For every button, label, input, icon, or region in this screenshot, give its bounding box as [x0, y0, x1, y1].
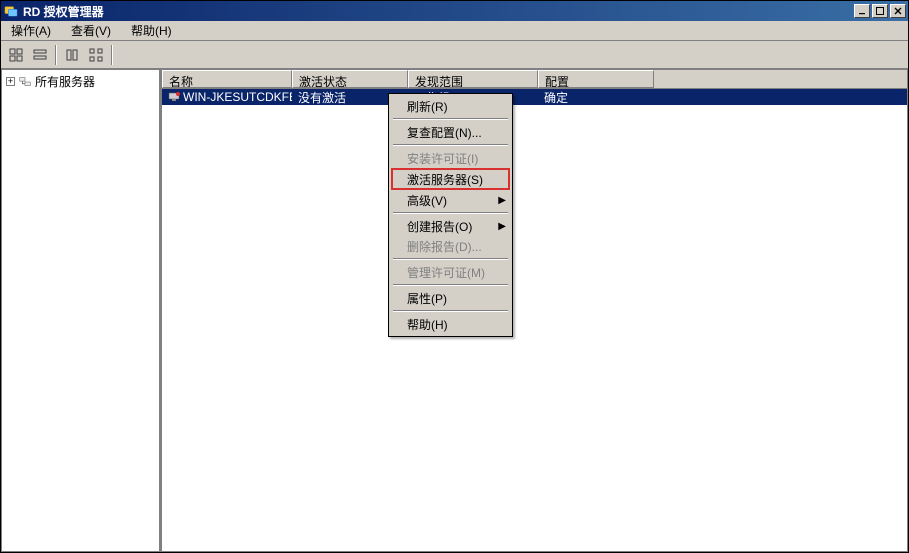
- col-header-config[interactable]: 配置: [538, 70, 654, 88]
- toolbar-separator-2: [111, 45, 113, 65]
- toolbar-btn-1[interactable]: [5, 44, 27, 66]
- toolbar-btn-4[interactable]: [85, 44, 107, 66]
- ctx-create-report-label: 创建报告(O): [407, 218, 472, 235]
- ctx-sep-3: [393, 212, 508, 214]
- list-cell-name: WIN-JKESUTCDKFE: [162, 90, 292, 104]
- ctx-sep-6: [393, 310, 508, 312]
- ctx-advanced-label: 高级(V): [407, 192, 447, 209]
- toolbar: [1, 41, 908, 69]
- tree-pane[interactable]: + 所有服务器: [1, 69, 161, 552]
- row-config-text: 确定: [544, 89, 568, 106]
- list-cell-config: 确定: [538, 89, 718, 106]
- menu-help[interactable]: 帮助(H): [125, 20, 178, 41]
- ctx-manage-license: 管理许可证(M): [391, 262, 510, 282]
- row-name-text: WIN-JKESUTCDKFE: [183, 90, 292, 104]
- list-row[interactable]: WIN-JKESUTCDKFE 没有激活 工作组 确定: [162, 89, 907, 105]
- window-controls: [852, 4, 906, 18]
- ctx-review-config[interactable]: 复查配置(N)...: [391, 122, 510, 142]
- titlebar: RD 授权管理器: [1, 1, 908, 21]
- menu-view[interactable]: 查看(V): [65, 20, 117, 41]
- ctx-sep-4: [393, 258, 508, 260]
- ctx-properties-label: 属性(P): [407, 290, 447, 307]
- ctx-help[interactable]: 帮助(H): [391, 314, 510, 334]
- ctx-manage-license-label: 管理许可证(M): [407, 264, 485, 281]
- ctx-refresh-label: 刷新(R): [407, 98, 448, 115]
- col-header-name[interactable]: 名称: [162, 70, 292, 88]
- ctx-delete-report-label: 删除报告(D)...: [407, 238, 482, 255]
- col-header-scope[interactable]: 发现范围: [408, 70, 538, 88]
- toolbar-btn-2[interactable]: [29, 44, 51, 66]
- list-body[interactable]: WIN-JKESUTCDKFE 没有激活 工作组 确定: [162, 89, 907, 551]
- ctx-sep-2: [393, 144, 508, 146]
- tree-expand-icon[interactable]: +: [6, 77, 15, 86]
- menubar: 操作(A) 查看(V) 帮助(H): [1, 21, 908, 41]
- menu-action[interactable]: 操作(A): [5, 20, 57, 41]
- toolbar-btn-3[interactable]: [61, 44, 83, 66]
- submenu-arrow-icon: ▶: [498, 195, 506, 206]
- ctx-activate-server-label: 激活服务器(S): [407, 171, 483, 188]
- ctx-review-config-label: 复查配置(N)...: [407, 124, 482, 141]
- ctx-install-license-label: 安装许可证(I): [407, 150, 478, 167]
- ctx-sep-1: [393, 118, 508, 120]
- app-icon: [3, 3, 19, 19]
- maximize-button[interactable]: [872, 4, 888, 18]
- toolbar-separator: [55, 45, 57, 65]
- server-icon: [168, 90, 180, 104]
- ctx-install-license: 安装许可证(I): [391, 148, 510, 168]
- tree-root-item[interactable]: + 所有服务器: [4, 72, 157, 91]
- ctx-refresh[interactable]: 刷新(R): [391, 96, 510, 116]
- list-header: 名称 激活状态 发现范围 配置: [162, 70, 907, 89]
- tree-root-label: 所有服务器: [35, 73, 95, 90]
- ctx-sep-5: [393, 284, 508, 286]
- ctx-help-label: 帮助(H): [407, 316, 448, 333]
- close-button[interactable]: [890, 4, 906, 18]
- ctx-properties[interactable]: 属性(P): [391, 288, 510, 308]
- ctx-advanced[interactable]: 高级(V) ▶: [391, 190, 510, 210]
- minimize-button[interactable]: [854, 4, 870, 18]
- submenu-arrow-icon-2: ▶: [498, 221, 506, 232]
- window-title: RD 授权管理器: [23, 3, 852, 20]
- servers-icon: [17, 74, 33, 90]
- ctx-create-report[interactable]: 创建报告(O) ▶: [391, 216, 510, 236]
- context-menu: 刷新(R) 复查配置(N)... 安装许可证(I) 激活服务器(S) 高级(V)…: [388, 93, 513, 337]
- ctx-delete-report: 删除报告(D)...: [391, 236, 510, 256]
- list-pane: 名称 激活状态 发现范围 配置 WIN-JKE: [161, 69, 908, 552]
- ctx-activate-server[interactable]: 激活服务器(S): [391, 168, 510, 190]
- col-header-status[interactable]: 激活状态: [292, 70, 408, 88]
- row-status-text: 没有激活: [298, 89, 346, 106]
